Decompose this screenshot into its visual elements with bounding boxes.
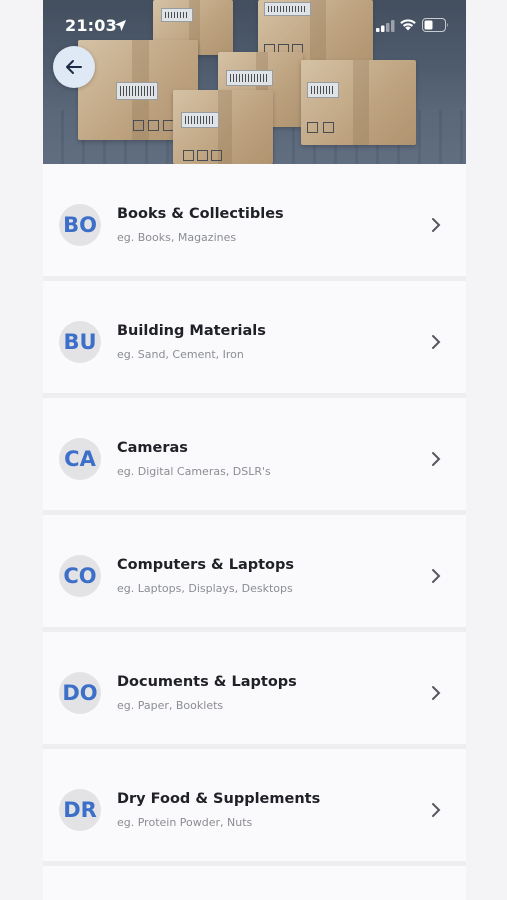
category-avatar: BO <box>59 204 101 246</box>
category-item-dry-food[interactable]: DR Dry Food & Supplements eg. Protein Po… <box>43 749 466 866</box>
category-item-books[interactable]: BO Books & Collectibles eg. Books, Magaz… <box>43 164 466 281</box>
screen: 21:03 BO Books & Collectibles eg. Books,… <box>43 0 466 900</box>
category-subtitle: eg. Sand, Cement, Iron <box>117 348 244 361</box>
wifi-icon <box>400 19 416 31</box>
signal-icon <box>376 20 395 32</box>
category-avatar: DR <box>59 789 101 831</box>
category-avatar: DO <box>59 672 101 714</box>
category-subtitle: eg. Digital Cameras, DSLR's <box>117 465 271 478</box>
category-title: Books & Collectibles <box>117 206 284 222</box>
category-subtitle: eg. Protein Powder, Nuts <box>117 816 253 829</box>
category-item-documents[interactable]: DO Documents & Laptops eg. Paper, Bookle… <box>43 632 466 749</box>
category-item-next[interactable] <box>43 866 466 900</box>
chevron-right-icon <box>432 335 441 349</box>
category-title: Dry Food & Supplements <box>117 791 321 807</box>
status-bar: 21:03 <box>43 0 466 50</box>
location-arrow-icon <box>114 19 127 32</box>
chevron-right-icon <box>432 686 441 700</box>
category-list: BO Books & Collectibles eg. Books, Magaz… <box>43 164 466 900</box>
battery-icon <box>422 18 448 32</box>
chevron-right-icon <box>432 452 441 466</box>
category-item-building[interactable]: BU Building Materials eg. Sand, Cement, … <box>43 281 466 398</box>
category-title: Cameras <box>117 440 188 456</box>
status-time: 21:03 <box>65 16 117 35</box>
category-subtitle: eg. Books, Magazines <box>117 231 237 244</box>
category-avatar: CA <box>59 438 101 480</box>
category-avatar: BU <box>59 321 101 363</box>
category-title: Documents & Laptops <box>117 674 297 690</box>
category-item-computers[interactable]: CO Computers & Laptops eg. Laptops, Disp… <box>43 515 466 632</box>
arrow-left-icon <box>66 60 82 74</box>
category-avatar: CO <box>59 555 101 597</box>
chevron-right-icon <box>432 803 441 817</box>
chevron-right-icon <box>432 569 441 583</box>
category-title: Computers & Laptops <box>117 557 295 573</box>
category-subtitle: eg. Paper, Booklets <box>117 699 224 712</box>
category-item-cameras[interactable]: CA Cameras eg. Digital Cameras, DSLR's <box>43 398 466 515</box>
back-button[interactable] <box>53 46 95 88</box>
chevron-right-icon <box>432 218 441 232</box>
category-title: Building Materials <box>117 323 266 339</box>
category-subtitle: eg. Laptops, Displays, Desktops <box>117 582 293 595</box>
